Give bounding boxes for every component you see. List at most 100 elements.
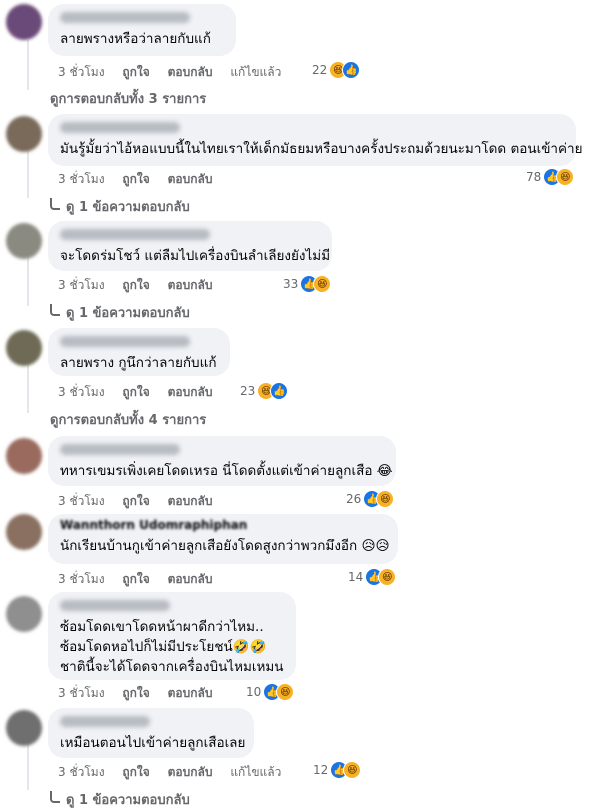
reaction-summary[interactable]: 10 👍 😆 xyxy=(246,683,295,701)
comment-text: ทหารเขมรเพิ่งเคยโดดเหรอ นี่โดดตั้งแต่เข้… xyxy=(60,463,393,479)
timestamp[interactable]: 3 ชั่วโมง xyxy=(58,385,105,399)
like-button[interactable]: ถูกใจ xyxy=(122,278,149,292)
reaction-count: 14 xyxy=(348,570,364,584)
reply-button[interactable]: ตอบกลับ xyxy=(168,572,213,586)
reaction-summary[interactable]: 14 👍 😆 xyxy=(348,568,397,586)
comment-actions: 3 ชั่วโมง ถูกใจ ตอบกลับ xyxy=(58,383,226,402)
avatar[interactable] xyxy=(6,116,42,152)
like-icon: 👍 xyxy=(270,382,289,400)
reply-arrow-icon xyxy=(50,303,60,316)
view-replies-link[interactable]: ดู 1 ข้อความตอบกลับ xyxy=(50,196,190,217)
comment-actions: 3 ชั่วโมง ถูกใจ ตอบกลับ แก้ไขแล้ว xyxy=(58,63,295,82)
replies-text: ดู 1 ข้อความตอบกลับ xyxy=(66,200,190,215)
avatar[interactable] xyxy=(6,4,42,40)
haha-icon: 😆 xyxy=(378,568,397,586)
reply-arrow-icon xyxy=(50,197,60,210)
replies-text: ดูการตอบกลับทั้ง 4 รายการ xyxy=(50,413,207,428)
reply-button[interactable]: ตอบกลับ xyxy=(168,494,213,508)
timestamp[interactable]: 3 ชั่วโมง xyxy=(58,278,105,292)
timestamp[interactable]: 3 ชั่วโมง xyxy=(58,172,105,186)
haha-icon: 😆 xyxy=(376,490,395,508)
reply-button[interactable]: ตอบกลับ xyxy=(168,278,213,292)
author-name[interactable] xyxy=(60,122,180,133)
reaction-summary[interactable]: 12 👍 😆 xyxy=(313,761,362,779)
timestamp[interactable]: 3 ชั่วโมง xyxy=(58,494,105,508)
like-button[interactable]: ถูกใจ xyxy=(122,494,149,508)
author-name[interactable] xyxy=(60,716,150,727)
haha-icon: 😆 xyxy=(313,275,332,293)
author-name[interactable] xyxy=(60,229,210,240)
comment-bubble: ลายพราง กูนึกว่าลายกับแก้ xyxy=(48,328,230,376)
reaction-summary[interactable]: 22 😆 👍 xyxy=(312,61,361,79)
comment-text: ลายพราง กูนึกว่าลายกับแก้ xyxy=(60,355,217,371)
reply-button[interactable]: ตอบกลับ xyxy=(168,385,213,399)
reaction-count: 10 xyxy=(246,685,262,699)
avatar[interactable] xyxy=(6,514,42,550)
thread-line xyxy=(27,738,29,790)
replies-text: ดู 1 ข้อความตอบกลับ xyxy=(66,306,190,321)
comment-bubble: ทหารเขมรเพิ่งเคยโดดเหรอ นี่โดดตั้งแต่เข้… xyxy=(48,436,396,486)
comment-text: ลายพรางหรือว่าลายกับแก้ xyxy=(60,31,211,47)
comment-text: ชาตินี้จะได้โดดจากเครื่องบินไหมเหมน xyxy=(60,659,284,675)
author-name[interactable]: Wannthorn Udomraphiphan xyxy=(60,518,386,532)
haha-icon: 😆 xyxy=(276,683,295,701)
comment-text: เหมือนตอนไปเข้าค่ายลูกเสือเลย xyxy=(60,735,246,751)
timestamp[interactable]: 3 ชั่วโมง xyxy=(58,65,105,79)
like-button[interactable]: ถูกใจ xyxy=(122,765,149,779)
timestamp[interactable]: 3 ชั่วโมง xyxy=(58,572,105,586)
comment-text: จะโดดร่มโชว์ แต่ลืมไปเครื่องบินลำเลียงยั… xyxy=(60,248,331,264)
reply-button[interactable]: ตอบกลับ xyxy=(168,172,213,186)
replies-text: ดูการตอบกลับทั้ง 3 รายการ xyxy=(50,92,207,107)
author-name[interactable] xyxy=(60,600,170,611)
author-name[interactable] xyxy=(60,444,180,455)
comment-actions: 3 ชั่วโมง ถูกใจ ตอบกลับ xyxy=(58,492,226,511)
comment-bubble: Wannthorn Udomraphiphan นักเรียนบ้านกูเข… xyxy=(48,514,398,564)
reaction-count: 22 xyxy=(312,63,328,77)
avatar[interactable] xyxy=(6,596,42,632)
view-replies-link[interactable]: ดูการตอบกลับทั้ง 4 รายการ xyxy=(50,409,206,430)
like-button[interactable]: ถูกใจ xyxy=(122,385,149,399)
edited-label[interactable]: แก้ไขแล้ว xyxy=(230,765,281,779)
reaction-count: 23 xyxy=(240,384,256,398)
thread-line xyxy=(27,256,29,306)
reaction-summary[interactable]: 78 👍 😆 xyxy=(526,168,575,186)
reaction-count: 12 xyxy=(313,763,329,777)
haha-icon: 😆 xyxy=(343,761,362,779)
reply-button[interactable]: ตอบกลับ xyxy=(168,686,213,700)
thread-line xyxy=(27,363,29,413)
avatar[interactable] xyxy=(6,330,42,366)
comment-bubble: ซ้อมโดดเขาโดดหน้าผาดีกว่าไหม.. ซ้อมโดดหอ… xyxy=(48,592,296,680)
view-replies-link[interactable]: ดู 1 ข้อความตอบกลับ xyxy=(50,789,190,810)
comment-actions: 3 ชั่วโมง ถูกใจ ตอบกลับ xyxy=(58,684,226,703)
author-name[interactable] xyxy=(60,12,190,23)
comment-actions: 3 ชั่วโมง ถูกใจ ตอบกลับ xyxy=(58,570,226,589)
like-button[interactable]: ถูกใจ xyxy=(122,686,149,700)
reply-button[interactable]: ตอบกลับ xyxy=(168,65,213,79)
reaction-count: 26 xyxy=(346,492,362,506)
author-name[interactable] xyxy=(60,336,190,347)
view-replies-link[interactable]: ดูการตอบกลับทั้ง 3 รายการ xyxy=(50,88,206,109)
replies-text: ดู 1 ข้อความตอบกลับ xyxy=(66,793,190,808)
timestamp[interactable]: 3 ชั่วโมง xyxy=(58,686,105,700)
comment-text: ซ้อมโดดหอไปก็ไม่มีประโยชน์🤣🤣 xyxy=(60,639,267,655)
like-button[interactable]: ถูกใจ xyxy=(122,172,149,186)
view-replies-link[interactable]: ดู 1 ข้อความตอบกลับ xyxy=(50,302,190,323)
edited-label[interactable]: แก้ไขแล้ว xyxy=(230,65,281,79)
comment-actions: 3 ชั่วโมง ถูกใจ ตอบกลับ xyxy=(58,276,226,295)
comment-bubble: เหมือนตอนไปเข้าค่ายลูกเสือเลย xyxy=(48,708,254,758)
like-button[interactable]: ถูกใจ xyxy=(122,65,149,79)
timestamp[interactable]: 3 ชั่วโมง xyxy=(58,765,105,779)
avatar[interactable] xyxy=(6,223,42,259)
reply-button[interactable]: ตอบกลับ xyxy=(168,765,213,779)
haha-icon: 😆 xyxy=(556,168,575,186)
comment-bubble: จะโดดร่มโชว์ แต่ลืมไปเครื่องบินลำเลียงยั… xyxy=(48,221,332,271)
avatar[interactable] xyxy=(6,438,42,474)
like-button[interactable]: ถูกใจ xyxy=(122,572,149,586)
reaction-summary[interactable]: 26 👍 😆 xyxy=(346,490,395,508)
reaction-summary[interactable]: 23 😆 👍 xyxy=(240,382,289,400)
avatar[interactable] xyxy=(6,710,42,746)
comment-bubble: ลายพรางหรือว่าลายกับแก้ xyxy=(48,4,236,56)
reaction-count: 33 xyxy=(283,277,299,291)
reaction-summary[interactable]: 33 👍 😆 xyxy=(283,275,332,293)
thread-line xyxy=(27,148,29,198)
